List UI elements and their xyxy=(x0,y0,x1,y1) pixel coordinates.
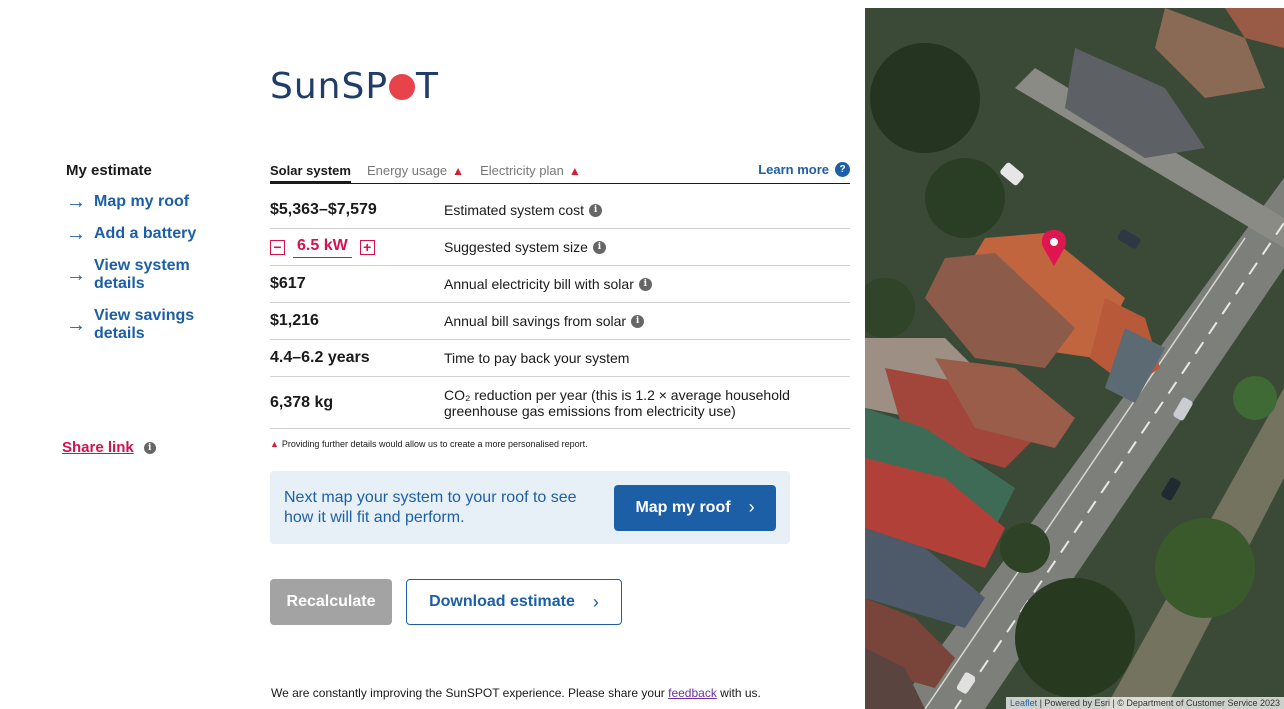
row-value: $5,363–$7,579 xyxy=(270,201,377,218)
map-imagery xyxy=(865,8,1284,709)
button-label: Map my roof xyxy=(635,498,731,516)
row-label-text: Estimated system cost xyxy=(444,202,585,218)
system-size-stepper: − 6.5 kW + xyxy=(270,237,444,258)
learn-more-label: Learn more xyxy=(758,162,829,177)
warning-icon: ▲ xyxy=(568,163,581,178)
logo-dot-icon xyxy=(389,73,416,100)
row-label-line: CO₂ reduction per year (this is 1.2 × av… xyxy=(444,386,790,403)
leaflet-link[interactable]: Leaflet xyxy=(1010,698,1037,708)
map-attribution: Leaflet | Powered by Esri | © Department… xyxy=(1006,697,1284,709)
row-label: CO₂ reduction per year (this is 1.2 × av… xyxy=(444,387,790,419)
increase-size-button[interactable]: + xyxy=(359,239,375,255)
table-row-bill-savings: $1,216 Annual bill savings from solar i xyxy=(270,303,850,340)
footer-text: with us. xyxy=(716,686,761,700)
warning-icon: ▲ xyxy=(452,163,465,178)
estimate-nav: My estimate → Map my roof → Add a batter… xyxy=(66,162,226,357)
map-my-roof-button[interactable]: Map my roof › xyxy=(614,484,776,531)
row-label: Time to pay back your system xyxy=(444,350,629,366)
callout-text: Next map your system to your roof to see… xyxy=(284,488,577,526)
map-roof-callout: Next map your system to your roof to see… xyxy=(270,471,790,544)
arrow-right-icon: → xyxy=(66,264,86,286)
feedback-footer: We are constantly improving the SunSPOT … xyxy=(271,686,761,700)
info-icon[interactable]: i xyxy=(589,203,603,217)
share-section: Share link i xyxy=(62,439,156,456)
logo-text-suffix: T xyxy=(416,66,440,107)
button-label: Download estimate xyxy=(429,593,575,610)
system-size-value: 6.5 kW xyxy=(293,237,352,258)
info-icon[interactable]: i xyxy=(143,441,156,454)
row-label: Annual bill savings from solar i xyxy=(444,313,645,329)
notice-text: Providing further details would allow us… xyxy=(281,439,588,449)
nav-item-view-system-details[interactable]: → View system details xyxy=(66,257,226,293)
table-row-annual-bill: $617 Annual electricity bill with solar … xyxy=(270,266,850,303)
row-value: $1,216 xyxy=(270,312,319,329)
row-value: 6,378 kg xyxy=(270,393,334,411)
decrease-size-button[interactable]: − xyxy=(270,239,285,255)
info-icon[interactable]: i xyxy=(592,240,606,254)
button-label: Recalculate xyxy=(286,593,376,610)
nav-title: My estimate xyxy=(66,162,152,179)
table-row-system-size: − 6.5 kW + Suggested system size i xyxy=(270,229,850,266)
warning-icon: ▲ xyxy=(270,439,279,449)
share-link[interactable]: Share link xyxy=(62,439,134,456)
satellite-map[interactable]: Leaflet | Powered by Esri | © Department… xyxy=(865,8,1284,709)
feedback-link[interactable]: feedback xyxy=(668,686,717,700)
row-label-text: Annual bill savings from solar xyxy=(444,313,627,329)
row-label-text: Suggested system size xyxy=(444,239,588,255)
arrow-right-icon: → xyxy=(66,314,86,336)
footer-text: We are constantly improving the SunSPOT … xyxy=(271,686,669,700)
sunspot-logo: SunSP T xyxy=(270,66,439,107)
learn-more-link[interactable]: Learn more ? xyxy=(758,162,850,177)
arrow-right-icon: → xyxy=(66,191,86,213)
tab-label: Solar system xyxy=(270,163,351,178)
recalculate-button[interactable]: Recalculate xyxy=(270,579,392,625)
row-label-line: greenhouse gas emissions from electricit… xyxy=(444,402,736,419)
help-icon: ? xyxy=(835,162,850,177)
estimate-panel: Solar system Energy usage ▲ Electricity … xyxy=(270,158,850,625)
personalisation-notice: ▲ Providing further details would allow … xyxy=(270,439,850,449)
nav-item-label: Map my roof xyxy=(94,193,190,210)
table-row-system-cost: $5,363–$7,579 Estimated system cost i xyxy=(270,192,850,229)
row-label-text: Time to pay back your system xyxy=(444,350,630,366)
nav-item-label: Add a battery xyxy=(94,225,197,242)
row-label: Annual electricity bill with solar i xyxy=(444,276,652,292)
chevron-right-icon: › xyxy=(748,497,755,517)
nav-item-view-savings-details[interactable]: → View savings details xyxy=(66,307,226,343)
download-estimate-button[interactable]: Download estimate › xyxy=(406,579,622,625)
info-icon[interactable]: i xyxy=(638,277,652,291)
tab-bar: Solar system Energy usage ▲ Electricity … xyxy=(270,158,850,184)
attribution-text: | Powered by Esri | © Department of Cust… xyxy=(1037,698,1280,708)
estimate-table: $5,363–$7,579 Estimated system cost i − … xyxy=(270,192,850,429)
table-row-payback: 4.4–6.2 years Time to pay back your syst… xyxy=(270,340,850,377)
chevron-right-icon: › xyxy=(592,591,599,612)
nav-item-map-my-roof[interactable]: → Map my roof xyxy=(66,191,226,213)
row-label: Estimated system cost i xyxy=(444,202,603,218)
tab-label: Electricity plan xyxy=(480,163,564,178)
row-value: 4.4–6.2 years xyxy=(270,349,370,366)
nav-item-add-battery[interactable]: → Add a battery xyxy=(66,223,226,245)
tab-electricity-plan[interactable]: Electricity plan ▲ xyxy=(480,163,581,178)
arrow-right-icon: → xyxy=(66,223,86,245)
tab-energy-usage[interactable]: Energy usage ▲ xyxy=(367,163,464,178)
tab-label: Energy usage xyxy=(366,163,448,178)
logo-text-prefix: SunSP xyxy=(270,66,389,107)
nav-item-label: View savings details xyxy=(94,307,195,342)
table-row-co2: 6,378 kg CO₂ reduction per year (this is… xyxy=(270,377,850,429)
row-label: Suggested system size i xyxy=(444,239,606,255)
info-icon[interactable]: i xyxy=(631,314,645,328)
tab-solar-system[interactable]: Solar system xyxy=(270,163,351,184)
row-value: $617 xyxy=(270,275,306,292)
action-buttons: Recalculate Download estimate › xyxy=(270,579,850,625)
row-label-text: Annual electricity bill with solar xyxy=(444,276,634,292)
nav-item-label: View system details xyxy=(94,257,190,292)
